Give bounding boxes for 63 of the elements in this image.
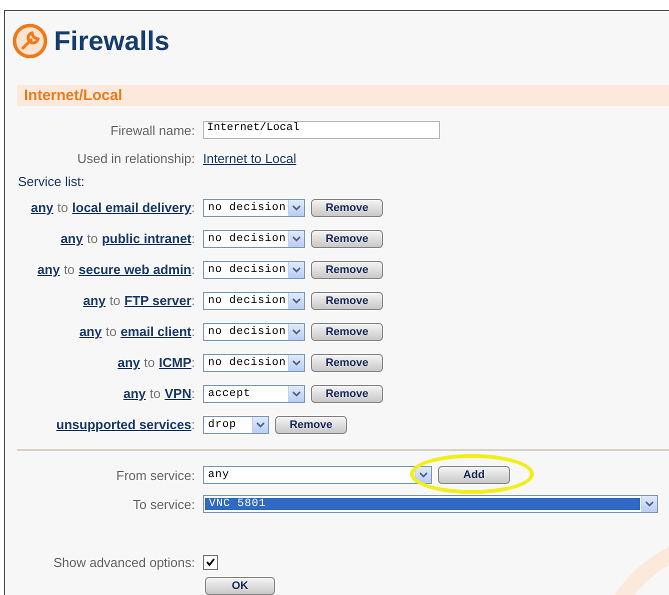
remove-button[interactable]: Remove	[311, 198, 383, 216]
wrench-icon	[12, 23, 48, 59]
remove-button[interactable]: Remove	[275, 416, 347, 434]
remove-button[interactable]: Remove	[311, 354, 383, 372]
service-link[interactable]: any	[79, 324, 102, 339]
colon-text: :	[191, 386, 195, 401]
page-title: Firewalls	[54, 26, 170, 56]
decision-select[interactable]: no decision	[203, 292, 305, 310]
ok-button[interactable]: OK	[205, 577, 275, 595]
add-button[interactable]: Add	[438, 466, 510, 484]
decision-select[interactable]: drop	[203, 416, 269, 434]
remove-button[interactable]: Remove	[311, 260, 383, 278]
service-link[interactable]: email client	[120, 324, 192, 339]
colon-text: :	[191, 262, 195, 277]
field-label: From service:	[116, 466, 195, 484]
joiner-text: to	[86, 231, 98, 246]
decision-select[interactable]: no decision	[203, 322, 305, 340]
colon-text: :	[191, 293, 195, 308]
decision-select[interactable]: no decision	[203, 260, 305, 278]
decision-select[interactable]: no decision	[203, 230, 305, 248]
service-link[interactable]: unsupported services	[56, 417, 192, 432]
colon-text: :	[191, 417, 195, 432]
service-link[interactable]: VPN	[164, 386, 192, 401]
to-service-select[interactable]: VNC 5801	[203, 495, 658, 513]
check-mark-icon	[206, 558, 215, 566]
service-link[interactable]: local email delivery	[72, 200, 192, 215]
joiner-text: to	[110, 293, 120, 308]
decision-select[interactable]: no decision	[203, 198, 305, 216]
field-label: Show advanced options:	[53, 554, 195, 572]
colon-text: :	[191, 324, 195, 339]
service-link[interactable]: any	[30, 200, 54, 215]
remove-button[interactable]: Remove	[311, 292, 383, 310]
firewall-name-field[interactable]: Internet/Local	[203, 121, 440, 139]
colon-text: :	[191, 355, 195, 370]
service-link[interactable]: secure web admin	[78, 262, 192, 277]
section-header: Internet/Local	[17, 85, 669, 106]
joiner-text: to	[57, 200, 68, 215]
colon-text: :	[191, 200, 195, 215]
decision-select[interactable]: no decision	[203, 354, 305, 372]
service-list-label: Service list:	[17, 173, 86, 191]
service-link[interactable]: any	[118, 355, 140, 370]
service-link[interactable]: ICMP	[158, 355, 192, 370]
field-label: Used in relationship:	[77, 150, 195, 168]
remove-button[interactable]: Remove	[311, 230, 383, 248]
joiner-text: to	[144, 355, 155, 370]
service-link[interactable]: public intranet	[102, 231, 192, 246]
joiner-text: to	[106, 324, 117, 339]
remove-button[interactable]: Remove	[311, 322, 383, 340]
field-label: Firewall name:	[110, 122, 195, 140]
service-link[interactable]: any	[123, 386, 146, 401]
joiner-text: to	[64, 262, 75, 277]
colon-text: :	[191, 231, 195, 246]
relationship-link[interactable]: Internet to Local	[203, 150, 296, 166]
remove-button[interactable]: Remove	[311, 384, 383, 402]
decision-select[interactable]: accept	[203, 384, 305, 402]
advanced-checkbox[interactable]	[203, 554, 218, 570]
from-service-select[interactable]: any	[203, 466, 432, 484]
service-link[interactable]: FTP server	[124, 293, 192, 308]
joiner-text: to	[150, 386, 161, 401]
service-link[interactable]: any	[83, 293, 106, 308]
service-link[interactable]: any	[37, 262, 60, 277]
service-link[interactable]: any	[60, 231, 83, 246]
field-label: To service:	[132, 496, 195, 514]
